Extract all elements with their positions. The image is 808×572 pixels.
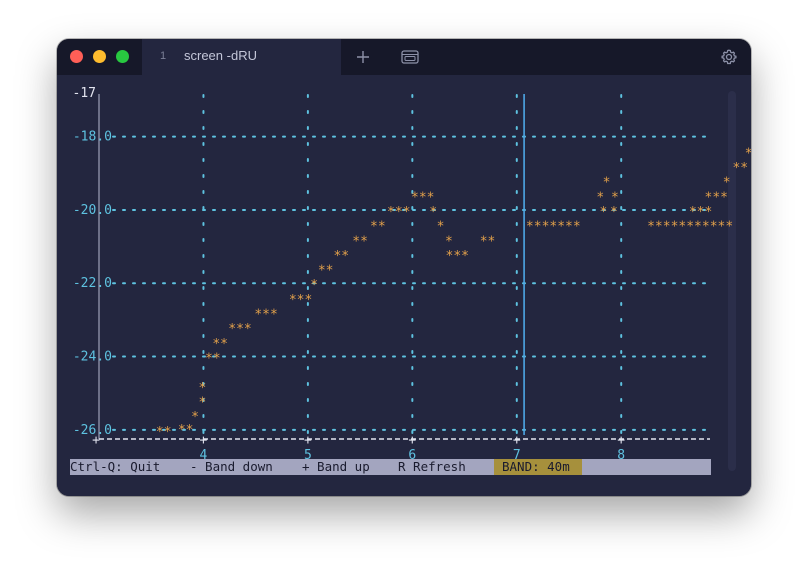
- data-point: **: [370, 220, 386, 235]
- data-point: ***: [289, 293, 312, 308]
- band-plot: +-17-18.0-20.0-22.0-24.0-26.0+4+5+6+7+8 …: [73, 86, 751, 463]
- close-window-button[interactable]: [70, 50, 83, 63]
- plus-icon: [357, 51, 369, 63]
- data-point: ***: [446, 249, 469, 264]
- y-top-label: -17: [73, 86, 96, 101]
- zoom-window-button[interactable]: [116, 50, 129, 63]
- data-point: **: [212, 337, 228, 352]
- y-tick-label: -26.0: [73, 423, 112, 438]
- tab-overview-icon: [401, 50, 419, 64]
- title-bar: 1 screen -dRU: [57, 39, 751, 75]
- y-tick-label: -20.0: [73, 203, 112, 218]
- data-point: *: [429, 205, 437, 220]
- band-down-hint: - Band down: [190, 459, 273, 474]
- data-point: ***: [254, 308, 277, 323]
- axis-layer: +-17-18.0-20.0-22.0-24.0-26.0+4+5+6+7+8: [73, 86, 710, 463]
- data-point: **: [205, 352, 221, 367]
- data-point: *: [445, 234, 453, 249]
- tab-title: screen -dRU: [184, 48, 257, 63]
- tab-overview-button[interactable]: [400, 47, 420, 67]
- x-tick-mark: +: [200, 433, 208, 448]
- data-point: *******: [526, 220, 581, 235]
- data-layer: ** **************************************…: [156, 146, 751, 440]
- data-point: **: [732, 161, 748, 176]
- data-point: ***: [411, 190, 434, 205]
- new-tab-button[interactable]: [353, 47, 373, 67]
- gear-icon: [721, 49, 737, 65]
- data-point: **: [178, 423, 194, 438]
- y-tick-label: -24.0: [73, 350, 112, 365]
- terminal-window: 1 screen -dRU + -17 -18.0 -20.0 -22.0 -2…: [57, 39, 751, 496]
- quit-hint: Ctrl-Q: Quit: [70, 459, 161, 474]
- data-point: ***: [705, 190, 728, 205]
- x-tick-mark: +: [513, 433, 521, 448]
- y-tick-label: -18.0: [73, 130, 112, 145]
- data-point: **: [480, 234, 496, 249]
- data-point: *: [611, 190, 619, 205]
- x-tick-mark: +: [408, 433, 416, 448]
- band-label: BAND: 40m: [502, 459, 570, 474]
- minimize-window-button[interactable]: [93, 50, 106, 63]
- data-point: **: [156, 425, 172, 440]
- data-point: *: [603, 176, 611, 191]
- data-point: **: [318, 264, 334, 279]
- x-tick-mark: +: [304, 433, 312, 448]
- tab-index: 1: [160, 50, 167, 62]
- data-point: *: [600, 205, 608, 220]
- data-point: ***********: [647, 220, 733, 235]
- data-point: *: [610, 205, 618, 220]
- band-up-hint: + Band up: [302, 459, 370, 474]
- refresh-hint: R Refresh: [398, 459, 466, 474]
- data-point: *: [310, 278, 318, 293]
- status-bar: Ctrl-Q: Quit - Band down + Band up R Ref…: [70, 459, 711, 475]
- data-point: *: [191, 410, 199, 425]
- data-point: *: [437, 220, 445, 235]
- data-point: ***: [689, 205, 712, 220]
- band-indicator: BAND: 40m: [494, 459, 582, 475]
- data-point: *: [198, 381, 206, 396]
- data-point: **: [352, 234, 368, 249]
- tab-screen[interactable]: 1 screen -dRU: [142, 39, 341, 75]
- data-point: **: [333, 249, 349, 264]
- settings-button[interactable]: [719, 47, 739, 67]
- data-point: *: [723, 176, 731, 191]
- data-point: *: [596, 190, 604, 205]
- data-point: *: [745, 146, 751, 161]
- data-point: ***: [228, 322, 251, 337]
- data-point: *: [198, 396, 206, 411]
- x-tick-mark: +: [617, 433, 625, 448]
- data-point: ***: [387, 205, 410, 220]
- y-tick-label: -22.0: [73, 276, 112, 291]
